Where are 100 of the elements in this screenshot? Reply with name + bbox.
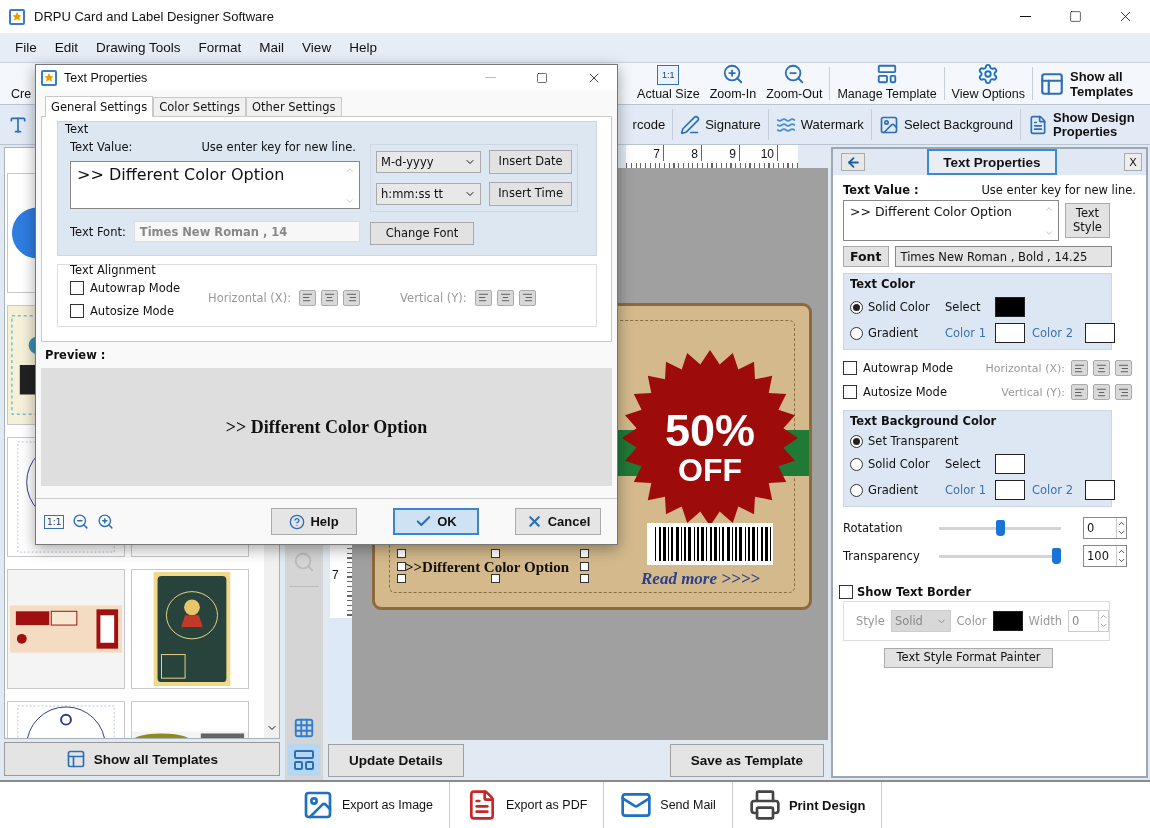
- align-center-icon[interactable]: [496, 289, 514, 306]
- spin-down-icon[interactable]: [1117, 556, 1126, 565]
- toolbar-button[interactable]: Send Mail: [604, 782, 733, 828]
- checkbox-label: Autowrap Mode: [863, 361, 955, 375]
- zoom-out-icon[interactable]: [72, 513, 90, 531]
- font-button[interactable]: Font: [843, 246, 889, 267]
- ruler-number: 8: [664, 145, 702, 161]
- zoom-in-button[interactable]: Zoom-In: [704, 63, 762, 104]
- actual-size-button[interactable]: 1:1 Actual Size: [632, 63, 705, 104]
- toolbar-button[interactable]: Cre: [11, 87, 32, 101]
- design-properties-button[interactable]: Show Design Properties: [1023, 105, 1150, 144]
- text-style-button[interactable]: Text Style: [1065, 202, 1110, 239]
- font-field[interactable]: Times New Roman , Bold , 14.25: [894, 246, 1112, 267]
- spin-up-icon[interactable]: [1117, 519, 1126, 528]
- menu-item[interactable]: Help: [340, 38, 386, 57]
- close-button[interactable]: X: [1124, 153, 1142, 171]
- radio-button[interactable]: [850, 483, 863, 497]
- tab[interactable]: General Settings: [45, 96, 154, 117]
- menu-item[interactable]: Edit: [45, 38, 88, 57]
- resize-handle[interactable]: [397, 549, 406, 558]
- menu-item[interactable]: Drawing Tools: [87, 38, 190, 57]
- layout-button[interactable]: [288, 744, 320, 776]
- radio-button[interactable]: [850, 457, 863, 471]
- insert-time-button[interactable]: Insert Time: [489, 181, 572, 206]
- view-options-button[interactable]: View Options: [946, 63, 1030, 104]
- checkbox[interactable]: [843, 361, 857, 375]
- toolbar-button[interactable]: Export as PDF: [450, 782, 605, 828]
- checkbox[interactable]: [70, 304, 84, 319]
- zoom-out-button[interactable]: Zoom-Out: [761, 63, 828, 104]
- radio-button[interactable]: [850, 326, 863, 340]
- resize-handle[interactable]: [580, 574, 589, 583]
- resize-handle[interactable]: [580, 562, 589, 571]
- field-label: Width: [1028, 614, 1062, 628]
- align-left-icon[interactable]: [474, 289, 492, 306]
- align-center-icon[interactable]: [321, 289, 339, 306]
- back-button[interactable]: [841, 153, 865, 171]
- align-left-icon[interactable]: [1071, 360, 1088, 376]
- help-button[interactable]: Help: [271, 508, 357, 536]
- align-right-icon[interactable]: [343, 289, 361, 306]
- minimize-icon: [484, 77, 496, 78]
- time-format-dropdown[interactable]: h:mm:ss tt: [376, 182, 482, 205]
- hint-text: Use enter key for new line.: [981, 183, 1137, 197]
- barcode-button[interactable]: rcode: [627, 105, 671, 144]
- watermark-button[interactable]: Watermark: [770, 105, 869, 144]
- color-swatch[interactable]: [995, 297, 1025, 317]
- field-label: Color: [956, 614, 987, 628]
- resize-handle[interactable]: [491, 549, 500, 558]
- spin-up-icon[interactable]: [1117, 547, 1126, 556]
- color-swatch[interactable]: [995, 454, 1025, 474]
- align-right-icon[interactable]: [1115, 360, 1132, 376]
- color-swatch[interactable]: [992, 611, 1023, 631]
- swatch-label: Select: [945, 457, 982, 471]
- slider-thumb[interactable]: [995, 520, 1005, 536]
- manage-template-button[interactable]: Manage Template: [832, 63, 942, 104]
- signature-button[interactable]: Signature: [675, 105, 766, 144]
- scale-icon[interactable]: 1:1: [44, 514, 65, 529]
- select-background-button[interactable]: Select Background: [873, 105, 1018, 144]
- save-template-button[interactable]: Save as Template: [669, 743, 824, 777]
- slider-thumb[interactable]: [1052, 548, 1061, 564]
- show-templates-button[interactable]: Show all Templates: [4, 742, 280, 776]
- checkbox[interactable]: [843, 385, 857, 399]
- radio-button[interactable]: [850, 300, 863, 314]
- menu-item[interactable]: File: [6, 38, 46, 57]
- resize-handle[interactable]: [491, 574, 500, 583]
- toolbar-button[interactable]: Print Design: [732, 782, 883, 828]
- change-font-button[interactable]: Change Font: [370, 221, 474, 246]
- zoom-in-icon[interactable]: [97, 513, 115, 531]
- update-details-button[interactable]: Update Details: [328, 743, 464, 777]
- checkbox[interactable]: [839, 585, 853, 599]
- align-left-icon[interactable]: [299, 289, 317, 306]
- menu-item[interactable]: View: [293, 38, 341, 57]
- ok-button[interactable]: OK: [393, 508, 479, 536]
- menu-item[interactable]: Mail: [250, 38, 294, 57]
- resize-handle[interactable]: [580, 549, 589, 558]
- radio-button[interactable]: [850, 434, 863, 448]
- cancel-button[interactable]: Cancel: [515, 508, 601, 536]
- minimize-icon: [1019, 16, 1031, 17]
- date-format-dropdown[interactable]: M-d-yyyy: [376, 150, 482, 173]
- tab[interactable]: Color Settings: [153, 97, 246, 116]
- align-center-icon[interactable]: [1093, 360, 1110, 376]
- tab[interactable]: Other Settings: [246, 97, 342, 116]
- show-templates-button[interactable]: Show all Templates: [1035, 63, 1150, 104]
- align-right-icon[interactable]: [1115, 384, 1132, 400]
- resize-handle[interactable]: [397, 562, 406, 571]
- format-painter-button[interactable]: Text Style Format Painter: [883, 648, 1054, 668]
- number-field[interactable]: 100: [1083, 545, 1127, 567]
- resize-handle[interactable]: [397, 574, 406, 583]
- align-center-icon[interactable]: [1093, 384, 1110, 400]
- pen-icon: [680, 114, 701, 135]
- number-field[interactable]: 0: [1083, 517, 1127, 539]
- checkbox[interactable]: [70, 281, 84, 296]
- align-left-icon[interactable]: [1071, 384, 1088, 400]
- field-label: Vertical (Y):: [1000, 385, 1065, 399]
- discount-text: OFF: [677, 454, 743, 486]
- align-right-icon[interactable]: [518, 289, 536, 306]
- panel-tab[interactable]: Text Properties: [927, 149, 1057, 175]
- toolbar-button[interactable]: Export as Image: [286, 782, 450, 828]
- spin-down-icon[interactable]: [1117, 528, 1126, 537]
- menu-item[interactable]: Format: [189, 38, 251, 57]
- insert-date-button[interactable]: Insert Date: [489, 150, 572, 174]
